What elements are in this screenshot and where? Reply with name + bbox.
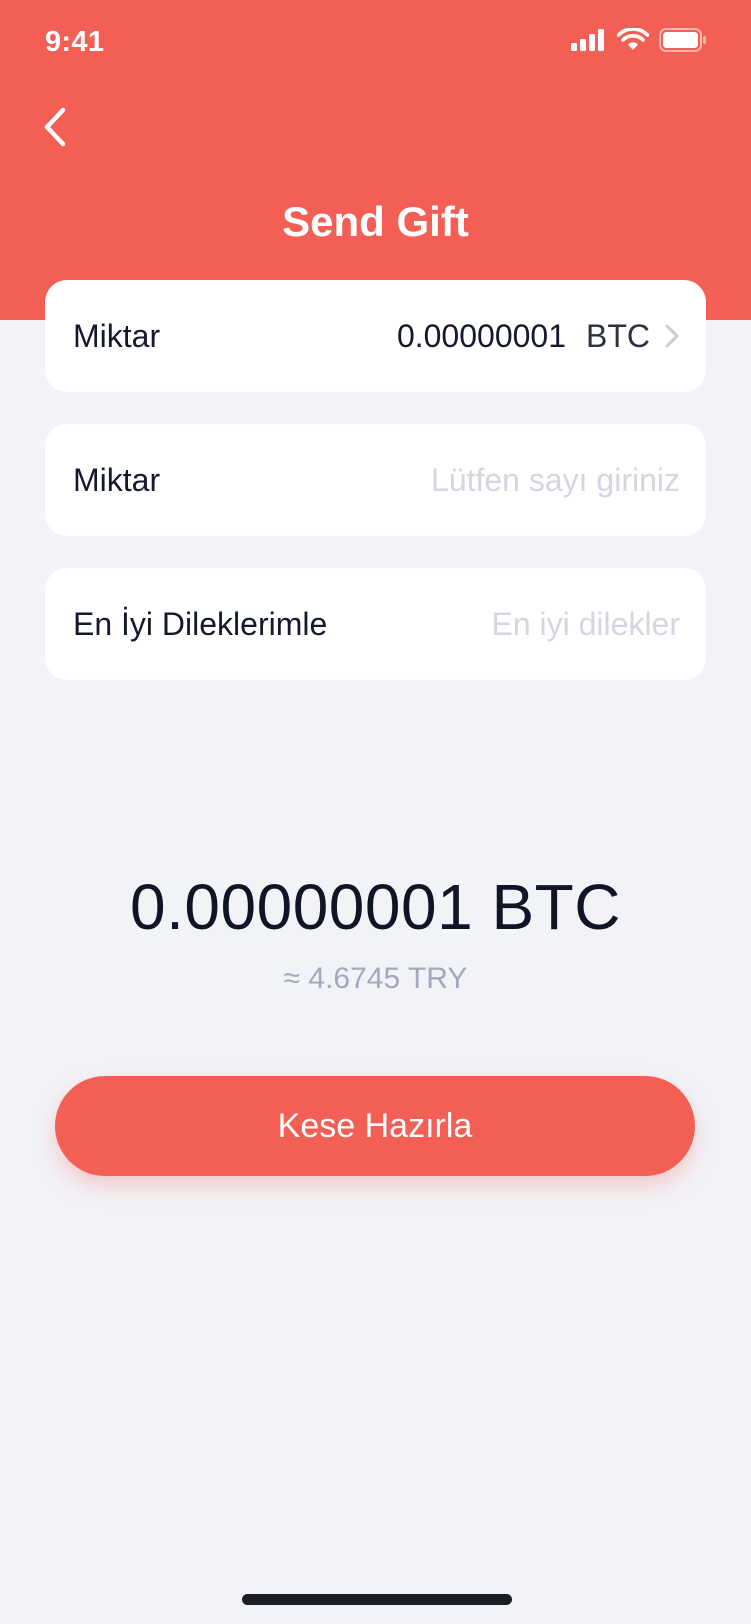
status-time: 9:41 [45, 26, 105, 58]
wishes-row-label: En İyi Dileklerimle [73, 605, 328, 642]
amount-row: Miktar [45, 424, 706, 536]
coin-row-label: Miktar [73, 317, 161, 354]
wishes-input[interactable] [440, 605, 680, 643]
prepare-gift-button[interactable]: Kese Hazırla [55, 1076, 695, 1176]
coin-amount-value: 0.00000001 [396, 317, 566, 354]
wifi-icon [616, 27, 650, 57]
page-title: Send Gift [282, 198, 469, 245]
chevron-right-icon [664, 323, 680, 349]
wishes-row: En İyi Dileklerimle [45, 568, 706, 680]
total-amount: 0.00000001 BTC [130, 871, 621, 943]
status-icons [571, 27, 707, 57]
signal-icon [571, 29, 607, 56]
battery-icon [659, 28, 707, 57]
amount-row-label: Miktar [73, 461, 161, 498]
coin-row-value-group: 0.00000001 BTC [397, 318, 680, 355]
chevron-left-icon [42, 107, 68, 152]
coin-unit: BTC [586, 317, 650, 354]
back-button[interactable] [30, 104, 80, 154]
fiat-estimate: ≈ 4.6745 TRY [283, 962, 468, 995]
coin-select-row[interactable]: Miktar 0.00000001 BTC [45, 280, 706, 392]
home-indicator [242, 1594, 512, 1605]
amount-input[interactable] [360, 461, 680, 499]
